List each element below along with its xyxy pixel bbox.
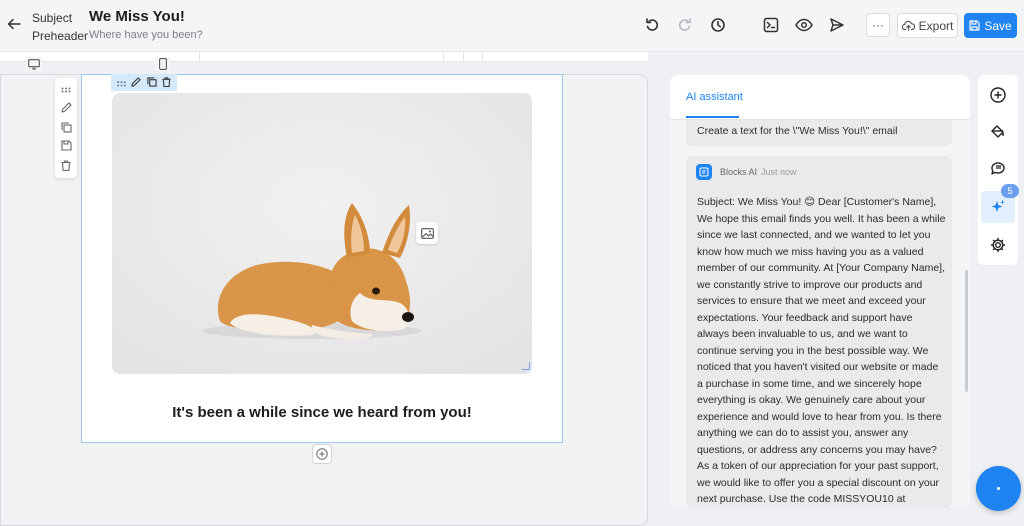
comments-icon[interactable] — [986, 157, 1010, 181]
image-block-toolbar — [111, 74, 177, 91]
previous-block-edge — [0, 52, 648, 62]
subject-label: Subject — [32, 11, 73, 25]
delete-trash-icon[interactable] — [162, 74, 171, 92]
cloud-upload-icon — [901, 20, 915, 31]
mobile-view-icon[interactable] — [155, 57, 171, 71]
blocks-ai-avatar-icon — [696, 164, 712, 180]
ai-response-text: Subject: We Miss You! 😊 Dear [Customer's… — [697, 196, 946, 505]
ai-response-message: Blocks AI Just now Subject: We Miss You!… — [686, 156, 952, 508]
preview-eye-icon[interactable] — [793, 14, 815, 36]
add-content-icon[interactable] — [986, 83, 1010, 107]
chat-fab-button[interactable] — [976, 466, 1021, 511]
save-label: Save — [984, 18, 1012, 33]
drag-handle-icon[interactable] — [117, 74, 126, 92]
undo-icon[interactable] — [641, 14, 663, 36]
save-disk-icon — [969, 20, 980, 31]
ai-panel-scrollbar[interactable] — [965, 270, 968, 392]
chat-dot-icon — [997, 487, 1000, 490]
resize-handle-icon[interactable] — [522, 362, 530, 370]
redo-icon[interactable] — [674, 14, 696, 36]
right-sidebar — [978, 75, 1018, 265]
top-bar: Subject Preheader We Miss You! Where hav… — [0, 0, 1024, 52]
export-label: Export — [918, 18, 954, 33]
edit-pencil-icon[interactable] — [60, 101, 72, 113]
duplicate-icon[interactable] — [60, 121, 72, 133]
code-icon[interactable] — [760, 14, 782, 36]
more-options-label: ··· — [872, 18, 884, 32]
user-prompt-text: Create a text for the \"We Miss You!\" e… — [697, 125, 898, 137]
message-author: Blocks AI — [720, 167, 758, 177]
user-prompt-message: Create a text for the \"We Miss You!\" e… — [686, 120, 952, 146]
ai-panel-header: AI assistant — [670, 75, 970, 120]
add-block-icon[interactable] — [312, 444, 332, 464]
block-toolbar — [55, 78, 77, 178]
desktop-view-icon[interactable] — [26, 57, 42, 71]
tab-ai-assistant[interactable]: AI assistant — [686, 91, 743, 103]
history-icon[interactable] — [707, 14, 729, 36]
ai-assistant-panel: AI assistant Create a text for the \"We … — [670, 75, 970, 508]
email-headline[interactable]: It's been a while since we heard from yo… — [82, 404, 562, 421]
message-timestamp: Just now — [761, 167, 797, 177]
edit-pencil-icon[interactable] — [131, 74, 141, 92]
notification-badge: 5 — [1001, 184, 1019, 198]
settings-gear-icon[interactable] — [986, 233, 1010, 257]
preheader-label: Preheader — [32, 29, 89, 43]
drag-handle-icon[interactable] — [60, 84, 72, 96]
send-icon[interactable] — [826, 14, 848, 36]
active-tab-indicator — [686, 116, 739, 118]
preheader-input[interactable]: Where have you been? — [89, 29, 203, 41]
export-button[interactable]: Export — [897, 13, 958, 38]
back-arrow-icon[interactable] — [4, 14, 24, 34]
paint-bucket-icon[interactable] — [986, 119, 1010, 143]
subject-input[interactable]: We Miss You! — [89, 8, 185, 25]
more-options-button[interactable]: ··· — [866, 13, 890, 37]
save-block-icon[interactable] — [60, 139, 72, 151]
save-button[interactable]: Save — [964, 13, 1017, 38]
image-settings-icon[interactable] — [416, 222, 438, 244]
delete-trash-icon[interactable] — [60, 159, 72, 171]
duplicate-icon[interactable] — [147, 74, 157, 92]
corgi-image[interactable] — [112, 93, 532, 374]
